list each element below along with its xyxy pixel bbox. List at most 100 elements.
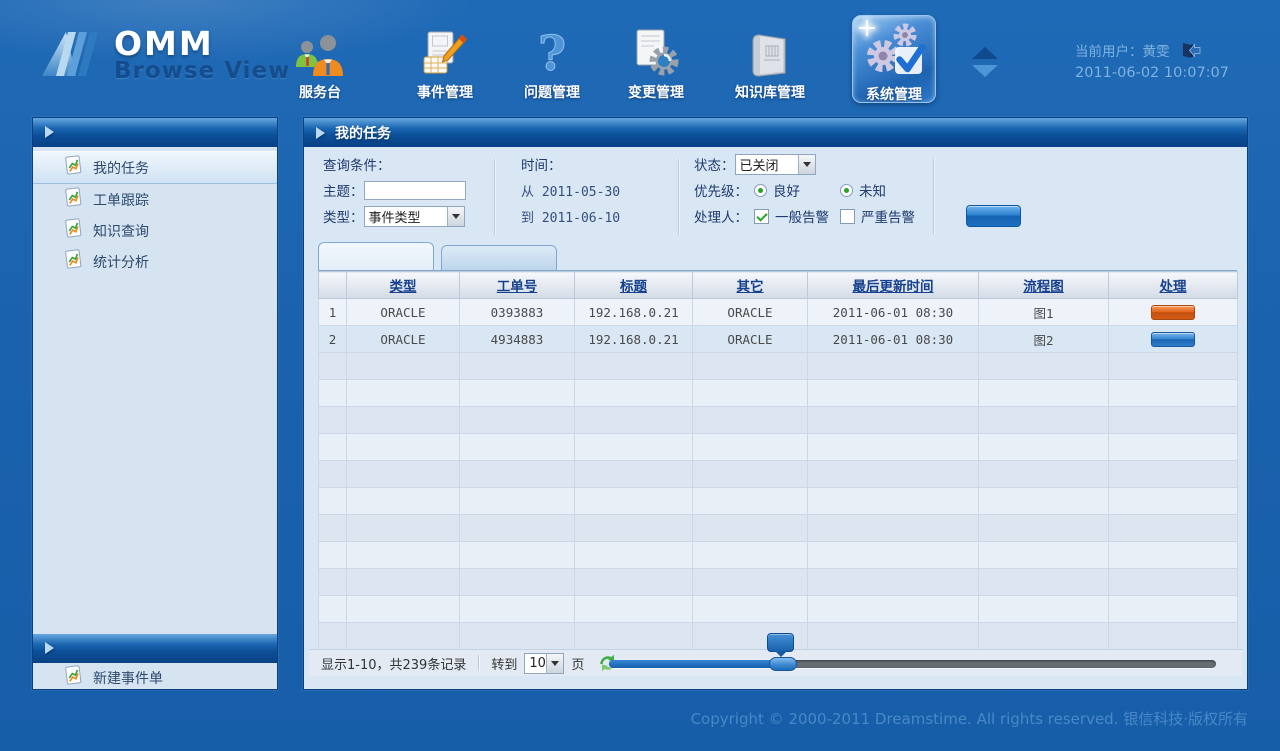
column-header-2[interactable]: 工单号 (460, 272, 575, 299)
record-summary: 显示1-10，共239条记录 (321, 654, 466, 673)
cell-title: 192.168.0.21 (575, 299, 693, 326)
doc-chart-icon (63, 665, 84, 690)
sidebar-item-label: 工单跟踪 (93, 190, 149, 210)
cell-flow-link[interactable]: 图2 (979, 326, 1109, 353)
slider-tooltip (767, 633, 794, 652)
date-from: 从 2011-05-30 (521, 181, 620, 200)
page-select-value: 10 (525, 656, 546, 671)
chevron-down-icon[interactable] (972, 65, 998, 77)
dropdown-arrow-icon[interactable] (798, 155, 815, 174)
arrow-right-icon (45, 126, 54, 138)
arrow-right-icon (316, 127, 325, 139)
handler-option-1[interactable]: 严重告警 (840, 206, 926, 226)
sidebar-item-0[interactable]: 我的任务 (33, 151, 277, 184)
status-label: 状态： (694, 154, 735, 174)
page-select[interactable]: 10 (524, 653, 564, 674)
sidebar-header (33, 118, 277, 147)
table-row-empty (319, 380, 1238, 407)
nav-item-label: 系统管理 (853, 84, 935, 104)
system-mgmt-icon (853, 22, 935, 80)
incident-mgmt-icon (389, 24, 501, 78)
handler-option-0[interactable]: 一般告警 (754, 206, 840, 226)
checkbox-icon[interactable] (840, 209, 855, 224)
page-suffix-label: 页 (571, 654, 584, 673)
cell-flow-link[interactable]: 图1 (979, 299, 1109, 326)
nav-item-service-desk[interactable]: 服务台 (264, 24, 376, 102)
type-label: 类型： (323, 206, 364, 226)
slider-track[interactable] (609, 660, 1216, 668)
option-label: 严重告警 (861, 206, 915, 226)
priority-option-1[interactable]: 未知 (840, 180, 926, 200)
sidebar-item-2[interactable]: 知识查询 (33, 215, 277, 246)
column-header-6[interactable]: 流程图 (979, 272, 1109, 299)
cell-other: ORACLE (693, 326, 808, 353)
option-label: 未知 (859, 180, 886, 200)
nav-item-change-mgmt[interactable]: 变更管理 (600, 24, 712, 102)
result-tab-0[interactable] (318, 242, 434, 270)
nav-item-incident-mgmt[interactable]: 事件管理 (389, 24, 501, 102)
status-select[interactable]: 已关闭 (735, 154, 816, 175)
page-slider[interactable] (609, 650, 1216, 677)
logout-icon[interactable] (1182, 42, 1201, 59)
divider (478, 655, 479, 671)
cell-updated: 2011-06-01 08:30 (808, 299, 979, 326)
result-tabs (318, 242, 1235, 270)
dropdown-arrow-icon[interactable] (546, 654, 563, 673)
priority-option-0[interactable]: 良好 (754, 180, 840, 200)
table-row-2[interactable]: 2ORACLE4934883192.168.0.21ORACLE2011-06-… (319, 326, 1238, 353)
handler-label: 处理人： (694, 206, 748, 226)
nav-collapse-control[interactable] (970, 47, 1000, 77)
sidebar: 我的任务 工单跟踪 知识查询 统计分析 新建事件单 (32, 117, 278, 690)
dropdown-arrow-icon[interactable] (447, 207, 464, 226)
option-label: 一般告警 (775, 206, 829, 226)
current-user-label: 当前用户：黄雯 (1075, 40, 1170, 60)
sidebar-item-1[interactable]: 工单跟踪 (33, 184, 277, 215)
knowledge-base-icon (714, 24, 826, 78)
logo: OMM Browse View (40, 26, 290, 84)
table-row-empty (319, 353, 1238, 380)
column-header-0 (319, 272, 347, 299)
nav-item-knowledge-base[interactable]: 知识库管理 (714, 24, 826, 102)
type-select[interactable]: 事件类型 (364, 206, 465, 227)
subject-input[interactable] (364, 181, 466, 200)
radio-icon[interactable] (754, 184, 767, 197)
table-row-empty (319, 488, 1238, 515)
cell-other: ORACLE (693, 299, 808, 326)
app: OMM Browse View 服务台 事件管理 ?问题管理 变更管理 知识库管… (0, 0, 1280, 751)
cell-order-no: 4934883 (460, 326, 575, 353)
cell-title: 192.168.0.21 (575, 326, 693, 353)
sidebar-item-label: 新建事件单 (93, 668, 163, 688)
divider (933, 159, 934, 234)
search-button[interactable] (966, 205, 1021, 227)
sidebar-item-label: 统计分析 (93, 252, 149, 272)
process-button[interactable] (1151, 305, 1195, 320)
nav-item-problem-mgmt[interactable]: ?问题管理 (496, 24, 608, 102)
table-row-1[interactable]: 1ORACLE0393883192.168.0.21ORACLE2011-06-… (319, 299, 1238, 326)
column-header-5[interactable]: 最后更新时间 (808, 272, 979, 299)
doc-chart-icon (63, 218, 84, 243)
sidebar-bottom-header (33, 634, 277, 663)
column-header-4[interactable]: 其它 (693, 272, 808, 299)
chevron-up-icon[interactable] (972, 47, 998, 59)
column-header-1[interactable]: 类型 (347, 272, 460, 299)
radio-icon[interactable] (840, 184, 853, 197)
slider-handle[interactable] (769, 657, 797, 671)
option-label: 良好 (773, 180, 800, 200)
nav-item-system-mgmt[interactable]: 系统管理 (852, 15, 936, 103)
sidebar-item-3[interactable]: 统计分析 (33, 246, 277, 277)
priority-label: 优先级： (694, 180, 748, 200)
sidebar-item-new-incident[interactable]: 新建事件单 (33, 663, 277, 692)
process-button[interactable] (1151, 332, 1195, 347)
result-tab-1[interactable] (441, 245, 557, 270)
table-header-row: 类型工单号标题其它最后更新时间流程图处理 (319, 272, 1238, 299)
slider-fill (609, 660, 787, 668)
table-row-empty (319, 596, 1238, 623)
column-header-3[interactable]: 标题 (575, 272, 693, 299)
checkbox-icon[interactable] (754, 209, 769, 224)
sidebar-item-label: 知识查询 (93, 221, 149, 241)
table-row-empty (319, 515, 1238, 542)
doc-chart-icon (63, 155, 84, 180)
column-header-7[interactable]: 处理 (1109, 272, 1238, 299)
search-panel: 查询条件： 主题： 类型： 事件类型 时间： 从 2011-05-30 到 20… (309, 151, 1242, 242)
sidebar-menu: 我的任务 工单跟踪 知识查询 统计分析 (33, 147, 277, 277)
